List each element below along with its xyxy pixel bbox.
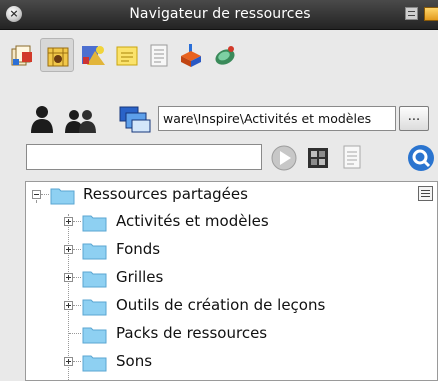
expand-toggle[interactable] bbox=[64, 357, 73, 366]
tree-connector bbox=[73, 305, 81, 306]
folder-icon bbox=[82, 299, 107, 316]
actions-tab-icon bbox=[181, 44, 201, 67]
tab-actions[interactable] bbox=[174, 38, 208, 72]
tree-item-label: Packs de ressources bbox=[116, 324, 268, 342]
expand-toggle[interactable] bbox=[64, 273, 73, 282]
tab-pages[interactable] bbox=[6, 38, 40, 72]
tree-connector bbox=[73, 277, 81, 278]
objects-tab-icon bbox=[82, 46, 105, 65]
tree-connector bbox=[73, 221, 81, 222]
shared-resources-icon[interactable] bbox=[64, 106, 98, 134]
tree-item-label: Outils de création de leçons bbox=[116, 296, 326, 314]
search-row bbox=[0, 141, 438, 173]
tree-connector bbox=[73, 249, 81, 250]
pin-icon[interactable] bbox=[424, 7, 438, 21]
window-title: Navigateur de ressources bbox=[129, 6, 311, 22]
search-input[interactable] bbox=[26, 144, 262, 170]
expand-toggle[interactable] bbox=[64, 217, 73, 226]
tab-vote[interactable] bbox=[208, 38, 242, 72]
tree-item[interactable]: Packs de ressources bbox=[26, 321, 437, 347]
pages-tab-icon bbox=[11, 45, 32, 66]
path-field[interactable]: ware\Inspire\Activités et modèles bbox=[158, 106, 396, 131]
tree-item[interactable]: Fonds bbox=[26, 237, 437, 263]
browse-button[interactable]: ... bbox=[399, 106, 429, 131]
properties-tab-icon bbox=[150, 44, 168, 67]
collapse-toggle[interactable] bbox=[32, 190, 41, 199]
tab-resources[interactable] bbox=[40, 38, 74, 72]
folder-icon bbox=[82, 327, 107, 344]
tree-item[interactable]: Grilles bbox=[26, 265, 437, 291]
tree-root-label: Ressources partagées bbox=[83, 185, 248, 203]
tab-notes[interactable] bbox=[110, 38, 144, 72]
tab-objects[interactable] bbox=[76, 38, 110, 72]
tree-connector bbox=[73, 361, 81, 362]
my-resources-icon[interactable] bbox=[28, 104, 56, 134]
expand-toggle[interactable] bbox=[64, 245, 73, 254]
title-bar: × Navigateur de ressources bbox=[0, 0, 438, 30]
tree-item[interactable]: Sons bbox=[26, 349, 437, 375]
panel-menu-icon[interactable] bbox=[418, 186, 433, 201]
folder-icon bbox=[82, 355, 107, 372]
folder-icon bbox=[50, 188, 75, 205]
tree-item-label: Activités et modèles bbox=[116, 212, 269, 230]
tree-item[interactable]: Activités et modèles bbox=[26, 209, 437, 235]
window-menu-icon[interactable] bbox=[405, 7, 418, 20]
source-row: ware\Inspire\Activités et modèles ... bbox=[0, 100, 438, 136]
resources-tab-icon bbox=[47, 47, 69, 67]
list-view-icon[interactable] bbox=[340, 144, 364, 172]
tree-item[interactable]: Outils de création de leçons bbox=[26, 293, 437, 319]
tab-properties[interactable] bbox=[142, 38, 176, 72]
tree-item-label: Grilles bbox=[116, 268, 164, 286]
online-resources-icon[interactable] bbox=[118, 104, 152, 134]
tree-item-label: Sons bbox=[116, 352, 153, 370]
find-icon[interactable] bbox=[406, 143, 436, 173]
folder-icon bbox=[82, 243, 107, 260]
vote-tab-icon bbox=[215, 46, 235, 65]
resource-tree: Ressources partagées Activités et modèle… bbox=[25, 181, 438, 381]
tree-item-label: Fonds bbox=[116, 240, 161, 258]
expand-toggle[interactable] bbox=[64, 301, 73, 310]
play-search-icon[interactable] bbox=[270, 144, 298, 172]
close-icon[interactable]: × bbox=[6, 6, 22, 22]
folder-icon bbox=[82, 215, 107, 232]
tab-bar bbox=[0, 30, 438, 76]
tree-connector bbox=[41, 194, 49, 195]
notes-tab-icon bbox=[116, 46, 138, 66]
thumbnail-view-icon[interactable] bbox=[306, 146, 330, 170]
tree-root[interactable]: Ressources partagées bbox=[26, 182, 437, 208]
folder-icon bbox=[82, 271, 107, 288]
tree-connector bbox=[69, 333, 81, 334]
